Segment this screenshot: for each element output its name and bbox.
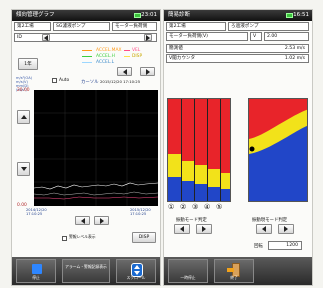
- measurement-point: [249, 146, 255, 152]
- zone-blue-3: [194, 184, 207, 201]
- date-prev-button[interactable]: [75, 216, 90, 225]
- left-graph-prev-button[interactable]: [174, 224, 190, 234]
- trend-plot[interactable]: [34, 90, 158, 206]
- date-end: 2015/12/20 17:10:25: [130, 208, 151, 216]
- measure-row: 簡測値 2.53 m/s: [166, 44, 309, 53]
- date-start: 2014/12/20 17:10:25: [26, 208, 47, 216]
- alarm-record-button[interactable]: アラーム・警報記録表示: [62, 259, 110, 283]
- simple-diagnosis-screen: 簡易診断 16:51 第2工場 ろ過液ポンプ モーター負荷側(V) V 2.00…: [163, 9, 313, 286]
- stop-button[interactable]: 停止: [16, 259, 56, 283]
- legend-swatch-vel: [124, 50, 130, 51]
- legend-swatch-accel-max: [82, 50, 92, 51]
- bottom-toolbar: 一時停止 終了: [164, 257, 312, 285]
- left-graph-label: 振動モード判定: [176, 218, 207, 223]
- current-mode-graph: [248, 98, 308, 202]
- date-next-button[interactable]: [94, 216, 109, 225]
- mode-circle-2[interactable]: ②: [180, 203, 186, 211]
- legend-vel: VEL: [132, 48, 141, 53]
- legend-swatch-accel-l: [82, 62, 92, 63]
- mode-circle-5[interactable]: ⑤: [216, 203, 222, 211]
- id-label: ID: [17, 35, 22, 40]
- y-max-label: 20.00: [17, 88, 30, 93]
- mode-circle-4[interactable]: ④: [204, 203, 210, 211]
- pump-field[interactable]: ろ過液ポンプ: [228, 22, 309, 31]
- battery-icon: [286, 13, 293, 18]
- pause-button[interactable]: 一時停止: [168, 259, 208, 283]
- zone-blue-2: [181, 181, 194, 201]
- stop-icon: [32, 264, 42, 274]
- sensor-unit: V: [250, 32, 262, 41]
- scroll-up-button[interactable]: [17, 110, 30, 124]
- rpm-label: 回転: [254, 244, 263, 249]
- screen-title: 簡易診断: [168, 12, 191, 18]
- y-unit-label: m/s²(OA) m/s(V) mm(D) (m/s²): [16, 76, 33, 92]
- factory-field[interactable]: 第2工場: [166, 22, 226, 31]
- trend-plot-svg: [34, 90, 158, 206]
- mode-circle-3[interactable]: ③: [192, 203, 198, 211]
- current-mode-svg: [249, 99, 307, 201]
- legend-accel-h: ACCEL.H: [96, 54, 115, 59]
- right-graph-prev-button[interactable]: [256, 224, 272, 234]
- zone-blue-4: [207, 187, 220, 201]
- legend-swatch-disp: [124, 56, 130, 57]
- clock: 16:51: [293, 12, 309, 18]
- sensor-field[interactable]: モーター負荷側: [112, 22, 157, 31]
- zone-blue-5: [220, 189, 230, 201]
- measure-value: 2.53 m/s: [284, 46, 305, 51]
- auto-label: Auto: [59, 78, 70, 83]
- measure-label: 簡測値: [169, 46, 183, 51]
- judge-label: V閾カウンタ: [169, 56, 196, 61]
- graph-prev-button[interactable]: [117, 67, 132, 76]
- legend-disp: DISP: [132, 54, 143, 59]
- clock: 23:01: [141, 12, 157, 18]
- judge-row: V閾カウンタ 1.02 m/s: [166, 54, 309, 63]
- right-graph-next-button[interactable]: [278, 224, 294, 234]
- screen-title: 傾向管理グラフ: [16, 12, 55, 18]
- alarm-level-checkbox[interactable]: [62, 236, 67, 241]
- battery-icon: [134, 13, 141, 18]
- legend-accel-max: ACCEL.MAX: [96, 48, 122, 53]
- left-graph-next-button[interactable]: [196, 224, 212, 234]
- judge-value: 1.02 m/s: [284, 56, 305, 61]
- id-row: ID: [14, 33, 157, 42]
- pump-field[interactable]: SG濾液ポンプ: [53, 22, 110, 31]
- exit-button[interactable]: 終了: [214, 259, 254, 283]
- trend-graph-screen: 傾向管理グラフ 23:01 第2工場 SG濾液ポンプ モーター負荷側 ID 1年…: [11, 9, 161, 286]
- mode-circle-1[interactable]: ①: [168, 203, 174, 211]
- scroll-button[interactable]: スクロール: [116, 259, 156, 283]
- plot-grid: [34, 90, 158, 206]
- title-bar: 傾向管理グラフ 23:01: [12, 10, 160, 21]
- sensor-row: モーター負荷側(V): [166, 32, 248, 41]
- cursor-label: カーソル: [81, 80, 99, 85]
- scroll-down-button[interactable]: [17, 162, 30, 176]
- legend-swatch-accel-h: [82, 56, 92, 57]
- alarm-level-label: 警報レベル表示: [69, 234, 96, 239]
- vibration-mode-graph: [167, 98, 231, 202]
- zone-blue-1: [168, 177, 181, 201]
- graph-next-button[interactable]: [140, 67, 155, 76]
- sensor-value: 2.00: [264, 32, 309, 41]
- rpm-value[interactable]: 1200: [268, 241, 302, 250]
- title-bar: 簡易診断 16:51: [164, 10, 312, 21]
- cursor-date: 2015/12/20 17:10:25: [100, 79, 141, 84]
- year-button[interactable]: 1年: [18, 58, 38, 70]
- id-next-button[interactable]: [144, 34, 152, 41]
- auto-checkbox[interactable]: [52, 78, 57, 83]
- id-prev-button[interactable]: [42, 34, 50, 41]
- legend-accel-l: ACCEL.L: [96, 60, 115, 65]
- factory-field[interactable]: 第2工場: [14, 22, 51, 31]
- disp-button[interactable]: DISP: [132, 232, 156, 243]
- bottom-toolbar: 停止 アラーム・警報記録表示 スクロール: [12, 257, 160, 285]
- right-graph-label: 振動現モード判定: [252, 218, 288, 223]
